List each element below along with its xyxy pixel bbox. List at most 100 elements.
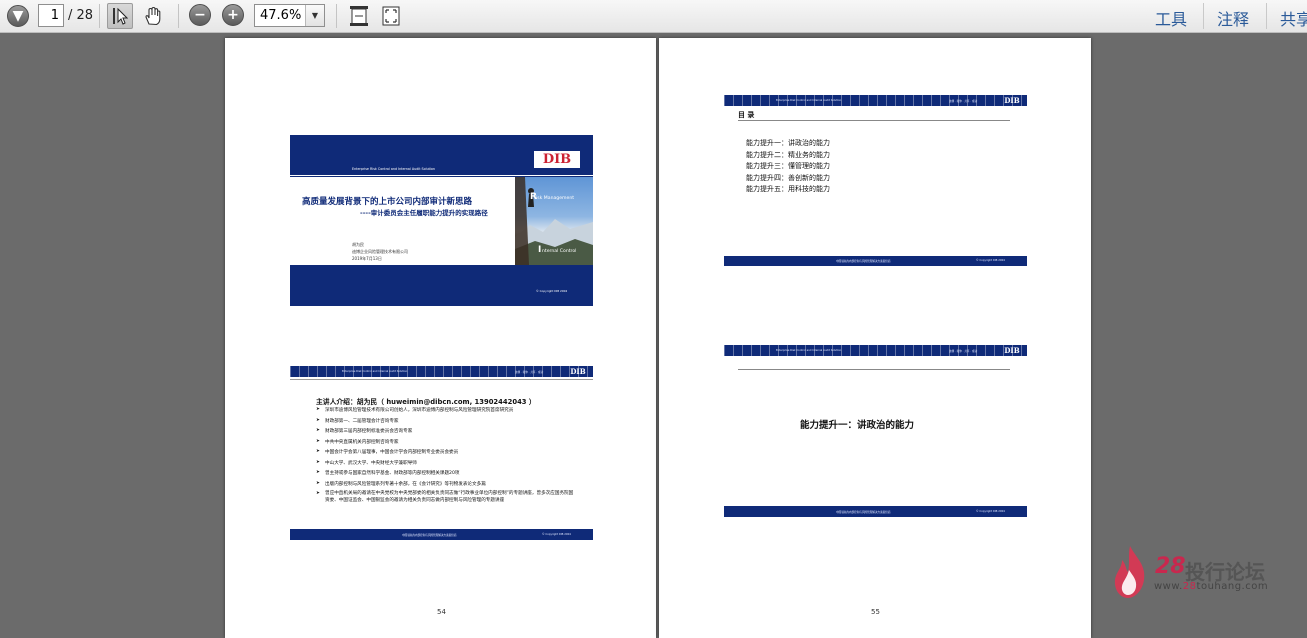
- page-number: 55: [871, 608, 880, 616]
- slide-header-bar: [724, 95, 1027, 106]
- dib-logo: DIB: [1004, 96, 1020, 105]
- section-title: 能力提升一：讲政治的能力: [800, 420, 915, 431]
- internal-control-text: nternal Control: [542, 249, 577, 254]
- plus-icon: +: [227, 7, 239, 23]
- page-number-input[interactable]: 1: [38, 4, 64, 27]
- zoom-in-button[interactable]: +: [222, 4, 244, 26]
- separator: [178, 4, 179, 28]
- toc-item: 能力提升四：善创新的能力: [746, 173, 830, 182]
- footer-copyright: © Copyright DIB 2004: [976, 259, 1005, 262]
- intro-bullet: 曾应中直机关局的邀请在中央党校为中央党部委的相关负责同志做“行政事业单位内部控制…: [325, 491, 574, 503]
- intro-bullet: 财政部第一、二届管理会计咨询专家: [325, 418, 399, 424]
- dib-logo: DIB: [570, 367, 586, 376]
- bullet-icon: ➤: [316, 470, 320, 475]
- footer-center-text: 中国领先的内部控制与风险管理解决方案提供商: [836, 260, 891, 263]
- toc-heading: 目 录: [738, 111, 755, 119]
- cover-title: 高质量发展背景下的上市公司内部审计新思路: [302, 197, 473, 207]
- slide-header-bar: [724, 345, 1027, 356]
- watermark-url-highlight: 28: [1182, 581, 1197, 592]
- bullet-icon: ➤: [316, 480, 320, 486]
- intro-bullet: 曾主持或参与国家自然科学基金、财政部等内部控制相关课题20项: [325, 471, 460, 476]
- zoom-select[interactable]: 47.6% ▼: [254, 4, 325, 27]
- cover-content: 高质量发展背景下的上市公司内部审计新思路 ----审计委员会主任履职能力提升的实…: [290, 177, 515, 265]
- zoom-out-button[interactable]: −: [189, 4, 211, 26]
- bullet-icon: ➤: [316, 491, 320, 496]
- chevron-down-icon[interactable]: ▼: [305, 5, 324, 26]
- document-page-left: Enterprise Risk Control and Internal Aud…: [225, 38, 656, 638]
- toc-item: 能力提升五：用科技的能力: [746, 185, 830, 193]
- intro-bullet: 中共中央直属机关内部控制咨询专家: [325, 439, 399, 445]
- bullet-icon: ➤: [316, 417, 320, 423]
- toolbar: ▼ 1 / 28 − + 47.6% ▼ 工具 注释 共享: [0, 0, 1307, 33]
- page-total: / 28: [68, 8, 94, 23]
- footer-center-text: 中国领先的内部控制与风险管理解决方案提供商: [402, 533, 457, 537]
- cover-copyright: © Copyright DIB 2004: [536, 289, 568, 293]
- bullet-icon: ➤: [316, 459, 320, 465]
- risk-management-text: isk Management: [536, 196, 575, 201]
- intro-bullet: 深圳市迪博风险管理技术有限公司创始人，深圳市迪博内部控制与风险管理研究院首席研究…: [325, 408, 514, 413]
- divider: [738, 369, 1010, 370]
- bullet-icon: ➤: [316, 449, 320, 454]
- watermark-url-suffix: touhang.com: [1196, 581, 1269, 592]
- arrow-down-icon: ▼: [12, 8, 24, 24]
- flame-icon: [1114, 546, 1145, 598]
- fit-page-icon: [382, 6, 400, 26]
- internal-initial: I: [538, 245, 542, 255]
- tools-link[interactable]: 工具: [1155, 6, 1187, 30]
- intro-heading: 主讲人介绍：胡为民（ huweimin@dibcn.com, 139024420…: [316, 398, 536, 406]
- header-right-text: 迪博 · 和你 · 共享 · 成功: [949, 349, 978, 353]
- next-page-button[interactable]: ▼: [7, 5, 29, 27]
- fit-width-icon: [350, 6, 368, 26]
- select-tool-button[interactable]: [107, 3, 133, 29]
- document-page-right: Enterprise Risk Control and Internal Aud…: [659, 38, 1091, 638]
- footer-copyright: © Copyright DIB 2004: [976, 509, 1005, 513]
- zoom-value: 47.6%: [260, 8, 302, 23]
- bullet-icon: ➤: [316, 438, 320, 444]
- watermark-url-prefix: www.: [1154, 581, 1183, 592]
- minus-icon: −: [194, 7, 206, 23]
- separator: [1203, 3, 1204, 29]
- separator: [1266, 3, 1267, 29]
- intro-bullet: 财政部第三届内部控制标准委员会咨询专家: [325, 429, 413, 434]
- cover-company: 迪博企业风险管理技术有限公司: [352, 249, 408, 254]
- toc-item: 能力提升一：讲政治的能力: [746, 139, 830, 147]
- cover-tagline: Enterprise Risk Control and Internal Aud…: [352, 167, 435, 171]
- footer-center-text: 中国领先的内部控制与风险管理解决方案提供商: [836, 510, 891, 514]
- dib-logo: DIB: [534, 151, 580, 168]
- divider: [738, 120, 1010, 121]
- cover-subtitle: ----审计委员会主任履职能力提升的实现路径: [360, 209, 488, 217]
- share-link[interactable]: 共享: [1280, 6, 1307, 30]
- watermark: 28 投行论坛 www.28touhang.com: [1110, 540, 1300, 600]
- hand-icon: [145, 6, 161, 26]
- cursor-icon: [113, 7, 128, 25]
- separator: [99, 4, 100, 28]
- hand-tool-button[interactable]: [140, 3, 166, 29]
- fit-page-button[interactable]: [378, 3, 404, 29]
- separator: [336, 4, 337, 28]
- fit-width-button[interactable]: [346, 3, 372, 29]
- header-tagline: Enterprise Risk Control and Internal Aud…: [342, 369, 408, 373]
- intro-bullet: 中国会计学会第八届理事，中国会计学会内部控制专业委员会委员: [325, 450, 459, 455]
- bullet-icon: ➤: [316, 428, 320, 433]
- header-right-text: 迪博 · 和你 · 共享 · 成功: [515, 370, 544, 374]
- section-slide: Enterprise Risk Control and Internal Aud…: [724, 345, 1027, 517]
- toc-item: 能力提升三：懂管理的能力: [746, 162, 830, 170]
- comment-link[interactable]: 注释: [1217, 6, 1249, 30]
- climber-image: R isk Management I nternal Control: [515, 177, 593, 265]
- divider: [290, 175, 593, 176]
- header-tagline: Enterprise Risk Control and Internal Aud…: [776, 348, 842, 352]
- header-right-text: 迪博 · 和你 · 共享 · 成功: [949, 99, 978, 103]
- dib-logo: DIB: [1004, 346, 1020, 355]
- slide-header-bar: [290, 366, 593, 377]
- toc-slide: Enterprise Risk Control and Internal Aud…: [724, 95, 1027, 266]
- watermark-number: 28: [1155, 554, 1186, 579]
- header-tagline: Enterprise Risk Control and Internal Aud…: [776, 98, 842, 102]
- watermark-url: www.28touhang.com: [1154, 581, 1268, 592]
- intro-bullet: 中山大学、武汉大学、中央财经大学兼职导师: [325, 460, 417, 466]
- intro-bullet: 出版内部控制与风险管理系列专著十余部，在《会计研究》等刊物发表论文多篇: [325, 481, 486, 487]
- cover-slide: Enterprise Risk Control and Internal Aud…: [290, 135, 593, 306]
- footer-copyright: © Copyright DIB 2004: [542, 532, 571, 536]
- bullet-icon: ➤: [316, 407, 320, 412]
- cover-author: 胡为民: [352, 242, 364, 247]
- intro-slide: Enterprise Risk Control and Internal Aud…: [290, 366, 593, 540]
